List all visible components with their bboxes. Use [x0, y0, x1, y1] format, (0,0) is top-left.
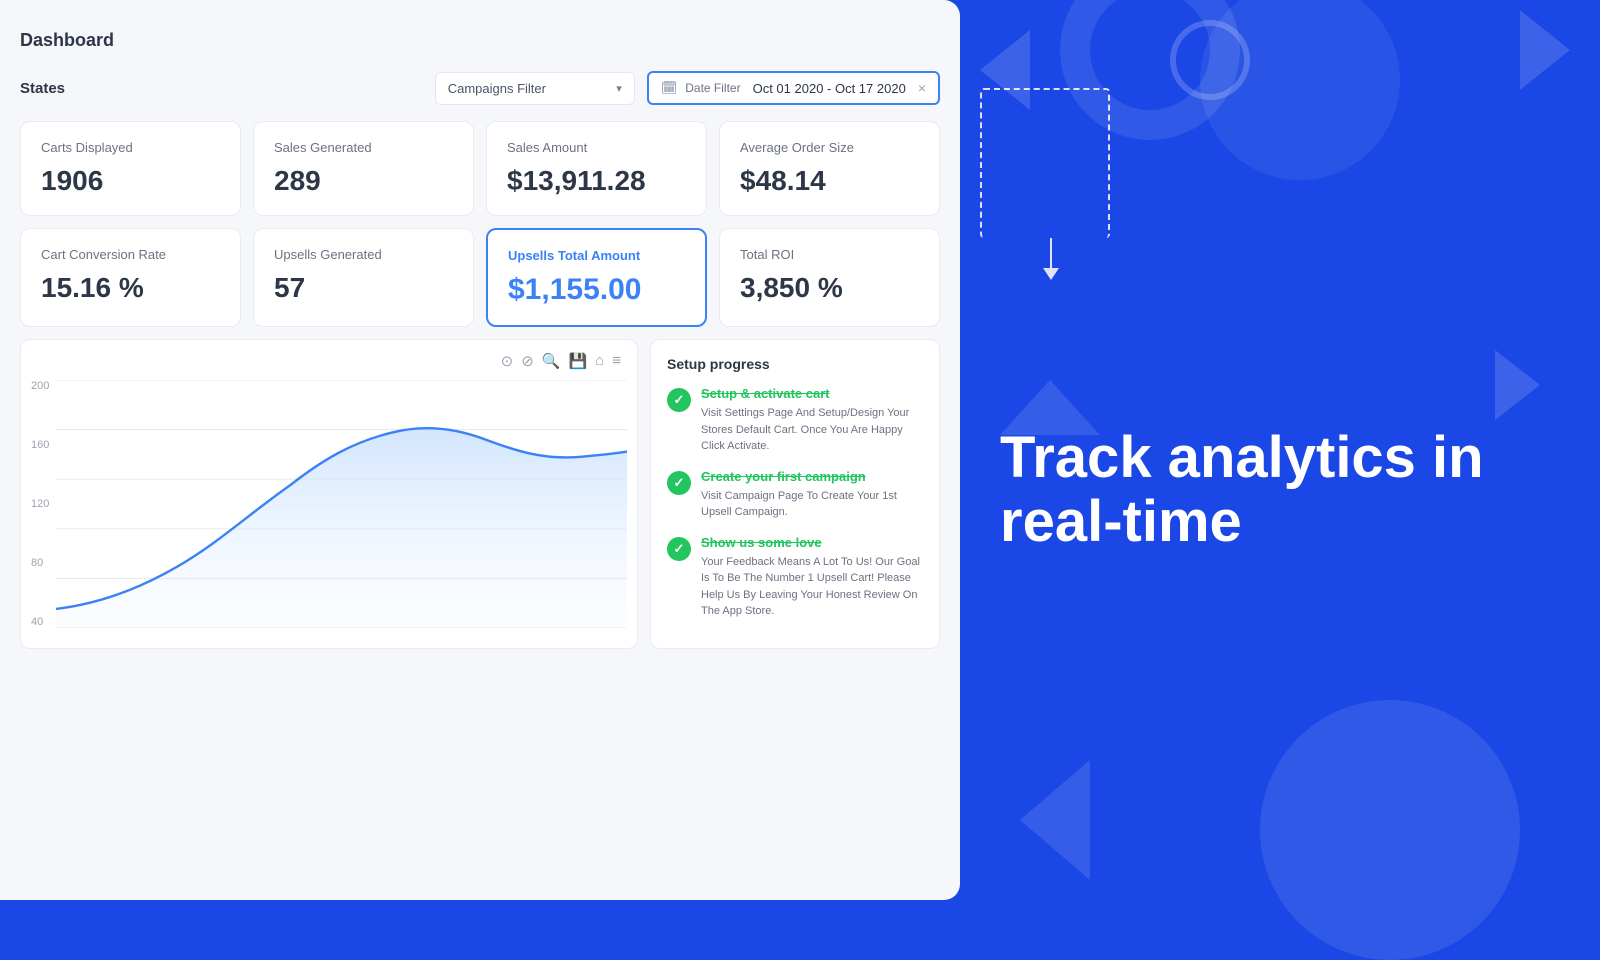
chart-toolbar: ⊙ ⊘ 🔍 💾 ⌂ ≡ — [37, 352, 621, 370]
chart-icon-home[interactable]: ⌂ — [595, 352, 604, 370]
bg-circle-bottom-right — [1260, 700, 1520, 960]
chart-area: ⊙ ⊘ 🔍 💾 ⌂ ≡ 200 160 120 80 40 — [20, 339, 638, 649]
setup-item-desc-2: Visit Campaign Page To Create Your 1st U… — [701, 488, 923, 521]
chart-y-label-80: 80 — [31, 557, 49, 569]
bg-triangle-mid-right — [1495, 350, 1540, 420]
setup-check-1 — [667, 388, 691, 412]
states-label: States — [20, 80, 65, 97]
promo-panel: Track analytics in real-time — [960, 0, 1600, 900]
setup-item-3: Show us some love Your Feedback Means A … — [667, 535, 923, 620]
date-filter[interactable]: 🗓 Date Filter Oct 01 2020 - Oct 17 2020 … — [647, 71, 940, 105]
stat-card-upsells-gen: Upsells Generated 57 — [253, 228, 474, 327]
arrow-head — [1043, 268, 1059, 280]
setup-progress-panel: Setup progress Setup & activate cart Vis… — [650, 339, 940, 649]
chart-y-label-200: 200 — [31, 380, 49, 392]
calendar-icon: 🗓 — [661, 80, 678, 96]
stat-label-avg-order: Average Order Size — [740, 140, 919, 155]
chart-y-label-120: 120 — [31, 498, 49, 510]
setup-progress-title: Setup progress — [667, 356, 923, 372]
dashed-box — [980, 88, 1110, 238]
chart-y-label-160: 160 — [31, 439, 49, 451]
stats-grid-row1: Carts Displayed 1906 Sales Generated 289… — [20, 121, 940, 216]
stat-card-avg-order: Average Order Size $48.14 — [719, 121, 940, 216]
stats-grid-row2: Cart Conversion Rate 15.16 % Upsells Gen… — [20, 228, 940, 327]
stat-value-carts: 1906 — [41, 165, 220, 197]
campaigns-filter-dropdown[interactable]: Campaigns Filter ▾ — [435, 72, 635, 105]
setup-check-2 — [667, 471, 691, 495]
chart-svg-container — [56, 380, 627, 628]
stat-label-sales-gen: Sales Generated — [274, 140, 453, 155]
setup-item-desc-3: Your Feedback Means A Lot To Us! Our Goa… — [701, 554, 923, 620]
stat-label-sales-amt: Sales Amount — [507, 140, 686, 155]
setup-item-1: Setup & activate cart Visit Settings Pag… — [667, 386, 923, 455]
stat-value-roi: 3,850 % — [740, 272, 919, 304]
dashboard-title: Dashboard — [20, 30, 940, 51]
stat-label-roi: Total ROI — [740, 247, 919, 262]
campaigns-filter-label: Campaigns Filter — [448, 81, 546, 96]
filter-area: Campaigns Filter ▾ 🗓 Date Filter Oct 01 … — [435, 71, 940, 105]
dashboard-panel: Dashboard States Campaigns Filter ▾ 🗓 Da… — [0, 0, 960, 900]
stat-card-upsells-total: Upsells Total Amount $1,155.00 — [486, 228, 707, 327]
bottom-section: ⊙ ⊘ 🔍 💾 ⌂ ≡ 200 160 120 80 40 — [20, 339, 940, 649]
stat-card-cart-conversion: Cart Conversion Rate 15.16 % — [20, 228, 241, 327]
stat-value-avg-order: $48.14 — [740, 165, 919, 197]
chevron-down-icon: ▾ — [616, 82, 622, 95]
setup-item-title-3: Show us some love — [701, 535, 923, 550]
bg-circle-mid — [1170, 20, 1250, 100]
setup-item-2: Create your first campaign Visit Campaig… — [667, 469, 923, 521]
setup-item-content-3: Show us some love Your Feedback Means A … — [701, 535, 923, 620]
bg-triangle-right — [1520, 10, 1570, 90]
chart-icon-save[interactable]: 💾 — [568, 352, 587, 370]
stat-label-upsells-total: Upsells Total Amount — [508, 248, 685, 263]
promo-text: Track analytics in real-time — [1000, 426, 1560, 554]
bg-triangle-mid-left — [1000, 380, 1100, 435]
arrow-line — [1050, 238, 1052, 268]
stat-card-sales-amount: Sales Amount $13,911.28 — [486, 121, 707, 216]
stat-card-roi: Total ROI 3,850 % — [719, 228, 940, 327]
date-filter-value: Oct 01 2020 - Oct 17 2020 — [753, 81, 906, 96]
setup-item-content-1: Setup & activate cart Visit Settings Pag… — [701, 386, 923, 455]
date-filter-label: Date Filter — [685, 81, 740, 95]
setup-item-title-2: Create your first campaign — [701, 469, 923, 484]
stat-card-carts-displayed: Carts Displayed 1906 — [20, 121, 241, 216]
setup-check-3 — [667, 537, 691, 561]
setup-item-desc-1: Visit Settings Page And Setup/Design You… — [701, 405, 923, 455]
chart-icon-search[interactable]: 🔍 — [542, 352, 561, 370]
states-header: States Campaigns Filter ▾ 🗓 Date Filter … — [20, 71, 940, 105]
stat-value-cart-conv: 15.16 % — [41, 272, 220, 304]
arrow-down — [1043, 238, 1059, 280]
stat-value-upsells-total: $1,155.00 — [508, 273, 685, 307]
stat-card-sales-generated: Sales Generated 289 — [253, 121, 474, 216]
stat-label-upsells-gen: Upsells Generated — [274, 247, 453, 262]
chart-icon-zoom-out[interactable]: ⊘ — [521, 352, 534, 370]
setup-item-content-2: Create your first campaign Visit Campaig… — [701, 469, 923, 521]
stat-value-upsells-gen: 57 — [274, 272, 453, 304]
stat-label-cart-conv: Cart Conversion Rate — [41, 247, 220, 262]
chart-icon-menu[interactable]: ≡ — [612, 352, 621, 370]
chart-y-labels: 200 160 120 80 40 — [31, 380, 49, 628]
stat-value-sales-amt: $13,911.28 — [507, 165, 686, 197]
chart-y-label-40: 40 — [31, 616, 49, 628]
setup-item-title-1: Setup & activate cart — [701, 386, 923, 401]
date-filter-close-icon[interactable]: × — [918, 80, 926, 96]
bg-triangle-bottom-left — [1020, 760, 1090, 880]
stat-label-carts: Carts Displayed — [41, 140, 220, 155]
chart-icon-zoom-in[interactable]: ⊙ — [501, 352, 514, 370]
stat-value-sales-gen: 289 — [274, 165, 453, 197]
